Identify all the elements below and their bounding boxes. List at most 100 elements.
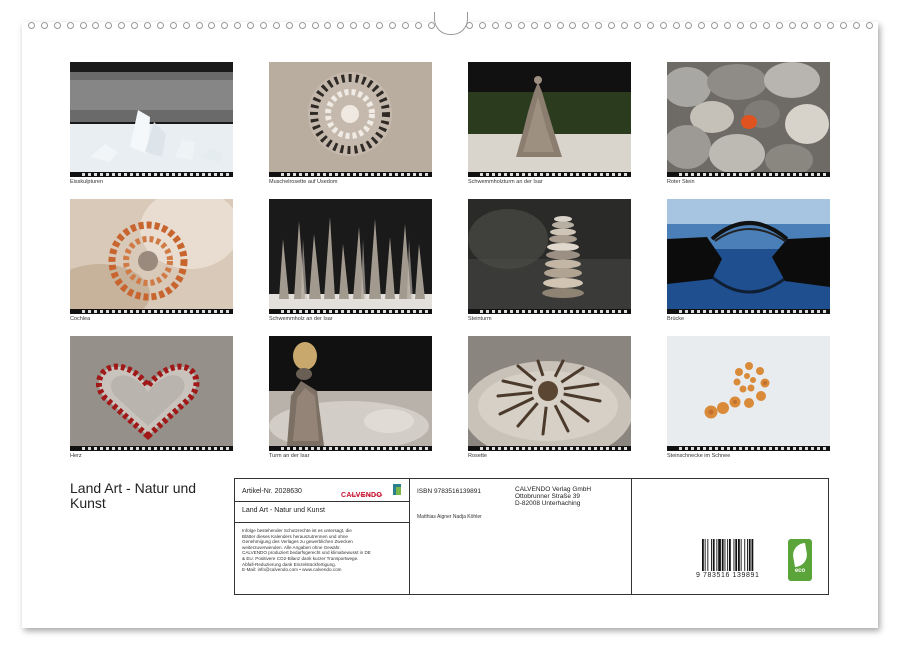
legal-text: Infolge bestehender Schutzrechte ist es …: [242, 528, 407, 573]
thumbnail-rosette[interactable]: [468, 336, 631, 451]
binding-ring: [54, 22, 61, 29]
binding-ring: [608, 22, 615, 29]
thumbnail-heart[interactable]: [70, 336, 233, 451]
thumbnail-caption: Eisskulpturen: [70, 179, 103, 185]
binding-ring: [350, 22, 357, 29]
product-title: Land Art - Natur und Kunst: [242, 507, 325, 514]
binding-ring: [415, 22, 422, 29]
binding-ring: [544, 22, 551, 29]
binding-ring: [131, 22, 138, 29]
binding-ring: [840, 22, 847, 29]
binding-ring: [196, 22, 203, 29]
binding-ring: [118, 22, 125, 29]
eco-label: eco: [788, 568, 812, 574]
thumbnail-stone-tower[interactable]: [468, 199, 631, 314]
binding-ring: [67, 22, 74, 29]
binding-ring: [660, 22, 667, 29]
binding-ring: [234, 22, 241, 29]
thumbnail-caption: Schwemmholz an der Isar: [269, 316, 333, 322]
binding-ring: [737, 22, 744, 29]
binding-ring: [827, 22, 834, 29]
binding-ring: [647, 22, 654, 29]
binding-ring: [479, 22, 486, 29]
binding-ring: [685, 22, 692, 29]
binding-ring: [763, 22, 770, 29]
binding-ring: [505, 22, 512, 29]
binding-ring: [531, 22, 538, 29]
isbn: ISBN 9783516139891: [417, 488, 481, 495]
binding-ring: [853, 22, 860, 29]
binding-ring: [299, 22, 306, 29]
binding-ring: [208, 22, 215, 29]
binding-ring: [621, 22, 628, 29]
brand-tagline: Kunst. Kalender. Unikat.: [351, 493, 383, 497]
binding-ring: [28, 22, 35, 29]
binding-ring: [557, 22, 564, 29]
author: Matthias Aigner Nadja Köhler: [417, 514, 482, 520]
barcode: [702, 539, 768, 571]
legal-line: E-Mail: info@calvendo.com • www.calvendo…: [242, 567, 407, 573]
info-column-right: 9 783516 139891 eco: [632, 479, 827, 594]
binding-ring: [221, 22, 228, 29]
binding-ring: [337, 22, 344, 29]
leaf-icon: [791, 543, 809, 567]
binding-ring: [389, 22, 396, 29]
thumbnail-caption: Herz: [70, 453, 82, 459]
binding-ring: [518, 22, 525, 29]
product-title-row: Land Art - Natur und Kunst: [235, 501, 409, 523]
binding-ring: [92, 22, 99, 29]
thumbnail-cochlea[interactable]: [70, 199, 233, 314]
eco-badge: eco: [788, 539, 812, 581]
thumbnail-caption: Roter Stein: [667, 179, 695, 185]
thumbnail-caption: Turm an der Isar: [269, 453, 309, 459]
binding-ring: [80, 22, 87, 29]
binding-ring: [801, 22, 808, 29]
publisher-address: CALVENDO Verlag GmbH Ottobrunner Straße …: [515, 486, 591, 507]
thumbnail-bridge[interactable]: [667, 199, 830, 314]
binding-ring: [144, 22, 151, 29]
thumbnail-caption: Rosette: [468, 453, 487, 459]
binding-ring: [105, 22, 112, 29]
binding-ring: [724, 22, 731, 29]
binding-ring: [595, 22, 602, 29]
brand-mark-icon: [393, 484, 401, 495]
product-info-box: Artikel-Nr. 2028630 CALVENDO Kunst. Kale…: [234, 478, 829, 595]
binding-ring: [402, 22, 409, 29]
binding-ring: [286, 22, 293, 29]
binding-ring: [789, 22, 796, 29]
binding-ring: [260, 22, 267, 29]
calvendo-logo: CALVENDO Kunst. Kalender. Unikat.: [341, 484, 401, 498]
binding-ring: [376, 22, 383, 29]
info-column-middle: ISBN 9783516139891 Matthias Aigner Nadja…: [410, 479, 632, 594]
info-column-left: Artikel-Nr. 2028630 CALVENDO Kunst. Kale…: [235, 479, 410, 594]
publisher-line: Ottobrunner Straße 39: [515, 493, 591, 500]
binding-ring: [170, 22, 177, 29]
thumbnail-caption: Steinturm: [468, 316, 492, 322]
binding-ring: [569, 22, 576, 29]
binding-ring: [711, 22, 718, 29]
binding-ring: [247, 22, 254, 29]
thumbnail-ice-sculptures[interactable]: [70, 62, 233, 177]
thumbnail-balance-tower[interactable]: [269, 336, 432, 451]
binding-ring: [41, 22, 48, 29]
article-number: Artikel-Nr. 2028630: [242, 488, 302, 495]
thumbnail-driftwood-tower[interactable]: [468, 62, 631, 177]
binding-ring: [324, 22, 331, 29]
thumbnail-caption: Brücke: [667, 316, 684, 322]
binding-ring: [750, 22, 757, 29]
binding-ring: [698, 22, 705, 29]
binding-ring: [673, 22, 680, 29]
publisher-line: D-82008 Unterhaching: [515, 500, 591, 507]
binding-ring: [183, 22, 190, 29]
binding-ring: [634, 22, 641, 29]
thumbnail-caption: Steinschnecke im Schnee: [667, 453, 730, 459]
binding-ring: [814, 22, 821, 29]
thumbnail-red-stone[interactable]: [667, 62, 830, 177]
binding-ring: [312, 22, 319, 29]
publisher-line: CALVENDO Verlag GmbH: [515, 486, 591, 493]
binding-ring: [866, 22, 873, 29]
thumbnail-driftwood-wall[interactable]: [269, 199, 432, 314]
binding-ring: [492, 22, 499, 29]
thumbnail-snail-snow[interactable]: [667, 336, 830, 451]
thumbnail-shell-rosette[interactable]: [269, 62, 432, 177]
